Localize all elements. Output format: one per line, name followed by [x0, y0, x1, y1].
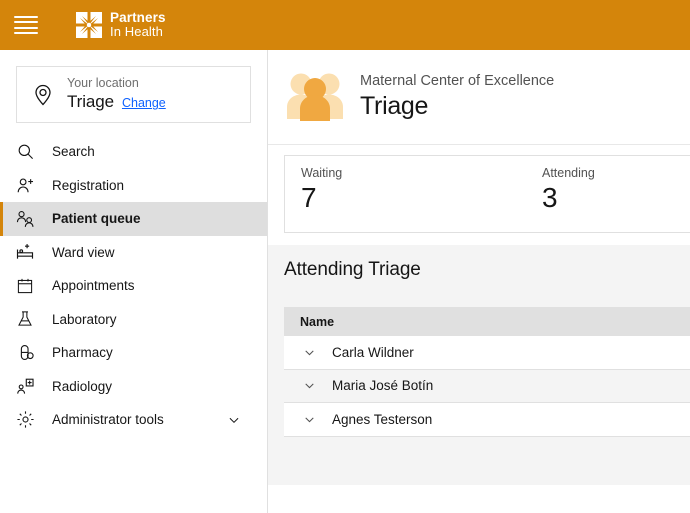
sidebar-item-label: Search [52, 144, 95, 160]
calendar-icon [14, 275, 36, 297]
chevron-down-icon[interactable] [300, 379, 318, 392]
page-title: Triage [360, 91, 429, 120]
stat-value: 7 [301, 182, 317, 213]
table-row[interactable]: Carla Wildner [284, 336, 690, 370]
location-pin-icon [31, 83, 55, 107]
flask-icon [14, 308, 36, 330]
column-header-name: Name [300, 314, 335, 329]
stat-value: 3 [542, 182, 558, 213]
sidebar-item-ward-view[interactable]: Ward view [0, 236, 267, 270]
table-header-row: Name [284, 307, 690, 336]
sidebar-item-label: Appointments [52, 278, 135, 294]
top-navigation-bar: Partners In Health [0, 0, 690, 50]
current-location-value: Triage [67, 92, 114, 112]
partners-in-health-logo-mark [76, 11, 102, 38]
stat-label: Waiting [301, 166, 343, 180]
patient-name: Agnes Testerson [332, 411, 433, 427]
sidebar-nav: Search Registration Patient queue Ward v… [0, 135, 267, 437]
chevron-down-icon[interactable] [300, 346, 318, 359]
patient-name: Carla Wildner [332, 344, 414, 360]
sidebar-item-search[interactable]: Search [0, 135, 267, 169]
stat-label: Attending [542, 166, 595, 180]
stats-section: Waiting 7 Attending 3 [268, 145, 690, 245]
stat-attending: Attending 3 [542, 166, 690, 232]
sidebar-item-radiology[interactable]: Radiology [0, 370, 267, 404]
queue-section-title: Attending Triage [284, 259, 421, 280]
pill-icon [14, 342, 36, 364]
sidebar-item-label: Pharmacy [52, 345, 113, 361]
users-icon [14, 208, 36, 230]
stat-waiting: Waiting 7 [301, 166, 542, 232]
search-icon [14, 141, 36, 163]
patient-queue-panel: Attending Triage Name Carla Wildner Mari… [268, 245, 690, 485]
chevron-down-icon[interactable] [227, 413, 241, 427]
sidebar-item-laboratory[interactable]: Laboratory [0, 303, 267, 337]
sidebar-item-label: Radiology [52, 378, 113, 394]
user-add-icon [14, 174, 36, 196]
stats-card: Waiting 7 Attending 3 [284, 155, 690, 233]
sidebar-item-label: Administrator tools [52, 412, 164, 428]
main-content: Maternal Center of Excellence Triage Wai… [268, 50, 690, 513]
logo-line-2: In Health [110, 24, 163, 40]
your-location-label: Your location [67, 76, 139, 91]
app-logo[interactable]: Partners In Health [76, 9, 166, 40]
xray-person-icon [14, 375, 36, 397]
page-subtitle: Maternal Center of Excellence [360, 73, 555, 90]
table-row[interactable]: Maria José Botín [284, 369, 690, 403]
sidebar-item-label: Patient queue [52, 211, 141, 227]
sidebar-item-label: Registration [52, 177, 125, 193]
logo-line-1: Partners [110, 9, 166, 25]
sidebar: Your location Triage Change Search Regis… [0, 50, 268, 513]
sidebar-item-appointments[interactable]: Appointments [0, 269, 267, 303]
sidebar-item-patient-queue[interactable]: Patient queue [0, 202, 267, 236]
your-location-card: Your location Triage Change [16, 66, 251, 123]
group-of-people-icon [284, 69, 346, 125]
change-location-link[interactable]: Change [122, 96, 166, 111]
page-header: Maternal Center of Excellence Triage [268, 50, 690, 145]
sidebar-item-administrator-tools[interactable]: Administrator tools [0, 403, 267, 437]
sidebar-item-pharmacy[interactable]: Pharmacy [0, 336, 267, 370]
bed-add-icon [14, 241, 36, 263]
sidebar-item-registration[interactable]: Registration [0, 169, 267, 203]
gear-icon [14, 409, 36, 431]
patient-name: Maria José Botín [332, 378, 434, 394]
table-row[interactable]: Agnes Testerson [284, 403, 690, 437]
chevron-down-icon[interactable] [300, 413, 318, 426]
sidebar-item-label: Laboratory [52, 311, 117, 327]
hamburger-menu-icon[interactable] [14, 16, 38, 34]
sidebar-item-label: Ward view [52, 244, 115, 260]
patient-queue-table: Name Carla Wildner Maria José Botín Agne… [284, 307, 690, 437]
